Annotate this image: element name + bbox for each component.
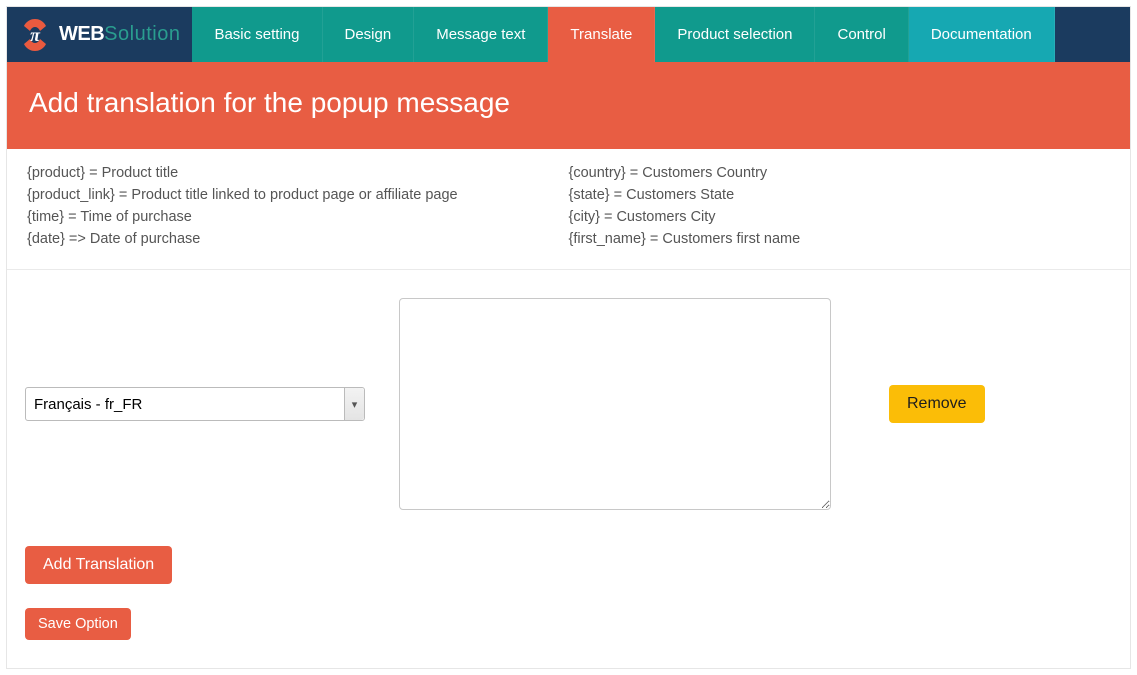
legend-item: {state} = Customers State xyxy=(569,185,1111,206)
brand-logo-icon: π xyxy=(15,15,55,55)
tab-message-text[interactable]: Message text xyxy=(414,7,548,62)
legend-item: {city} = Customers City xyxy=(569,207,1111,228)
legend-left: {product} = Product title {product_link}… xyxy=(27,163,569,251)
language-select[interactable]: Français - fr_FR xyxy=(25,387,365,421)
tab-product-selection[interactable]: Product selection xyxy=(655,7,815,62)
page-title: Add translation for the popup message xyxy=(7,62,1130,149)
svg-text:π: π xyxy=(30,25,41,45)
tab-design[interactable]: Design xyxy=(323,7,415,62)
variables-legend: {product} = Product title {product_link}… xyxy=(7,149,1130,270)
tab-documentation[interactable]: Documentation xyxy=(909,7,1055,62)
tab-basic-setting[interactable]: Basic setting xyxy=(192,7,322,62)
legend-item: {time} = Time of purchase xyxy=(27,207,569,228)
legend-item: {product_link} = Product title linked to… xyxy=(27,185,569,206)
brand-text-web: WEB xyxy=(59,23,104,46)
main-tabs: Basic setting Design Message text Transl… xyxy=(192,7,1054,62)
legend-item: {country} = Customers Country xyxy=(569,163,1111,184)
tab-control[interactable]: Control xyxy=(815,7,908,62)
tab-translate[interactable]: Translate xyxy=(548,7,655,62)
legend-right: {country} = Customers Country {state} = … xyxy=(569,163,1111,251)
remove-button[interactable]: Remove xyxy=(889,385,985,423)
translation-text[interactable] xyxy=(399,298,831,510)
save-option-button[interactable]: Save Option xyxy=(25,608,131,640)
legend-item: {date} => Date of purchase xyxy=(27,229,569,250)
legend-item: {first_name} = Customers first name xyxy=(569,229,1111,250)
add-translation-button[interactable]: Add Translation xyxy=(25,546,172,584)
legend-item: {product} = Product title xyxy=(27,163,569,184)
brand-text-sol: Solution xyxy=(104,23,180,46)
brand: π WEB Solution xyxy=(7,7,192,62)
translation-row: Français - fr_FR ▾ Remove xyxy=(25,298,1112,510)
